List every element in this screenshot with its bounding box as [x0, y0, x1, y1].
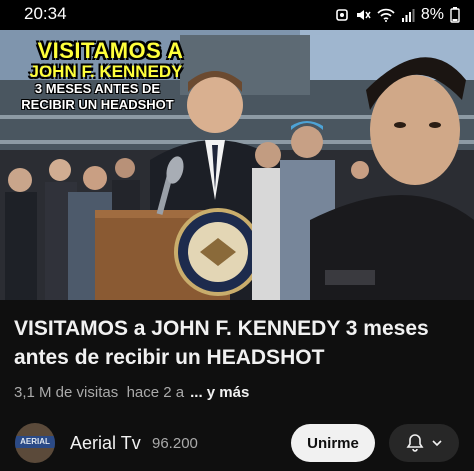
view-count: 3,1 M de visitas — [14, 384, 119, 401]
join-button[interactable]: Unirme — [291, 424, 375, 462]
thumbnail-overlay-line-2: JOHN F. KENNEDY — [29, 62, 183, 81]
mute-icon — [356, 10, 371, 20]
chevron-down-icon — [432, 440, 442, 447]
video-title[interactable]: VISITAMOS a JOHN F. KENNEDY 3 meses ante… — [14, 314, 454, 372]
clock: 20:34 — [24, 4, 67, 23]
status-bar: 20:34 8% — [0, 0, 474, 30]
status-icons: 8% — [335, 6, 460, 24]
channel-name[interactable]: Aerial Tv — [70, 433, 141, 454]
upload-age: hace 2 a — [126, 384, 185, 401]
thumbnail-overlay-line-4: RECIBIR UN HEADSHOT — [21, 97, 174, 112]
battery-icon — [450, 7, 460, 23]
notification-bell-button[interactable] — [389, 424, 459, 462]
video-metadata[interactable]: 3,1 M de visitas hace 2 a ... y más — [14, 384, 249, 401]
avatar-logo-text: AERIAL — [15, 436, 55, 448]
more-link[interactable]: ... y más — [190, 384, 249, 401]
subscriber-count: 96.200 — [152, 435, 198, 452]
channel-avatar[interactable]: AERIAL — [15, 423, 55, 463]
battery-percentage: 8% — [420, 6, 444, 23]
thumbnail-overlay-line-1: VISITAMOS A — [37, 38, 184, 63]
thumbnail-overlay-line-3: 3 MESES ANTES DE — [34, 81, 161, 96]
signal-icon — [401, 9, 415, 22]
alarm-icon — [336, 9, 348, 21]
video-thumbnail[interactable]: VISITAMOS A JOHN F. KENNEDY 3 MESES ANTE… — [0, 30, 474, 300]
bell-icon — [406, 434, 424, 452]
wifi-icon — [377, 8, 395, 22]
